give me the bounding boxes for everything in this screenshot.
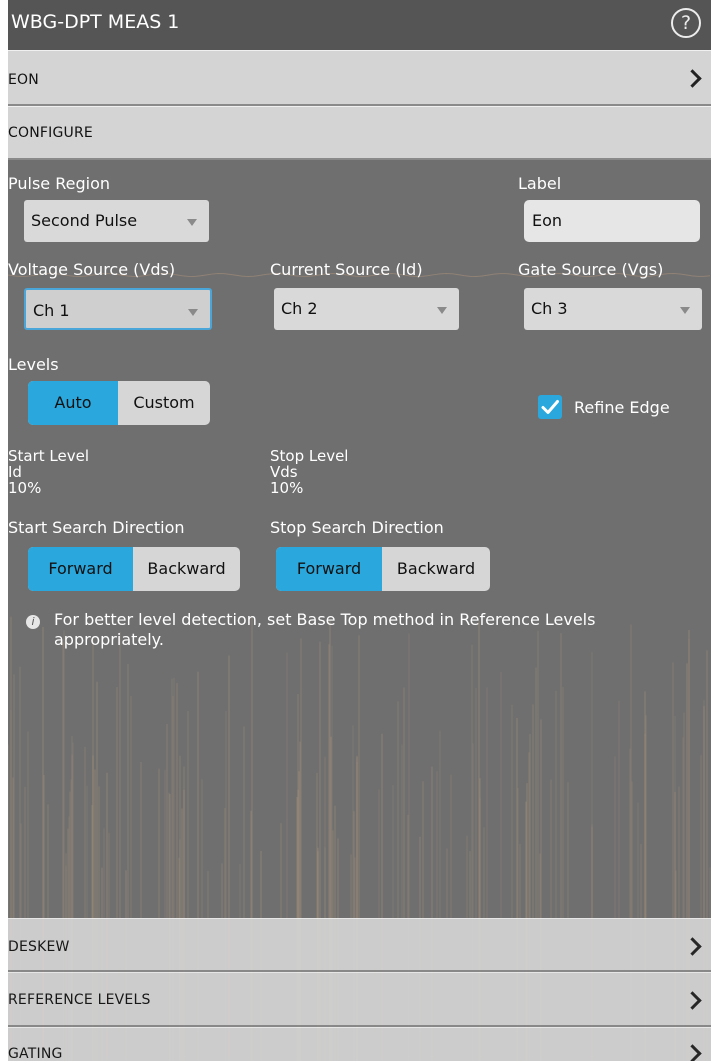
section-configure[interactable]: CONFIGURE bbox=[8, 106, 711, 160]
chevron-right-icon bbox=[683, 69, 702, 88]
start-search-forward-button[interactable]: Forward bbox=[28, 547, 133, 591]
start-level-value: 10% bbox=[8, 479, 42, 497]
stop-search-forward-button[interactable]: Forward bbox=[276, 547, 382, 591]
dropdown-arrow-icon bbox=[187, 219, 197, 226]
section-reference-levels[interactable]: REFERENCE LEVELS bbox=[8, 972, 711, 1027]
help-icon[interactable]: ? bbox=[671, 8, 701, 38]
voltage-source-select[interactable]: Ch 1 bbox=[24, 288, 212, 330]
stop-search-label: Stop Search Direction bbox=[270, 518, 444, 537]
info-text-line1: For better level detection, set Base Top… bbox=[54, 610, 596, 629]
levels-label: Levels bbox=[8, 355, 59, 374]
label-input-value: Eon bbox=[532, 211, 563, 230]
info-icon: i bbox=[26, 615, 40, 629]
stop-level-title: Stop Level bbox=[270, 447, 349, 465]
section-deskew-label: DESKEW bbox=[8, 939, 70, 955]
start-search-backward-button[interactable]: Backward bbox=[133, 547, 240, 591]
section-eon[interactable]: EON bbox=[8, 50, 711, 106]
label-input[interactable]: Eon bbox=[524, 200, 700, 242]
refine-edge-label: Refine Edge bbox=[574, 398, 670, 417]
dropdown-arrow-icon bbox=[188, 309, 198, 316]
dropdown-arrow-icon bbox=[680, 307, 690, 314]
stop-level-value: 10% bbox=[270, 479, 304, 497]
current-source-value: Ch 2 bbox=[281, 299, 318, 318]
levels-auto-button[interactable]: Auto bbox=[28, 381, 118, 425]
stop-search-backward-button[interactable]: Backward bbox=[382, 547, 490, 591]
start-level-title: Start Level bbox=[8, 447, 90, 465]
gate-source-select[interactable]: Ch 3 bbox=[524, 288, 702, 330]
section-reference-levels-label: REFERENCE LEVELS bbox=[8, 992, 151, 1008]
label-field-label: Label bbox=[518, 174, 562, 193]
window-title: WBG-DPT MEAS 1 bbox=[11, 11, 180, 33]
refine-edge-checkbox[interactable] bbox=[538, 395, 562, 419]
checkmark-icon bbox=[541, 400, 559, 414]
stop-level-source: Vds bbox=[270, 463, 298, 481]
start-level-source: Id bbox=[8, 463, 22, 481]
start-search-label: Start Search Direction bbox=[8, 518, 185, 537]
pulse-region-label: Pulse Region bbox=[8, 174, 110, 193]
info-text-line2: appropriately. bbox=[54, 630, 164, 649]
pulse-region-select[interactable]: Second Pulse bbox=[24, 200, 209, 242]
chevron-right-icon bbox=[683, 937, 702, 956]
current-source-select[interactable]: Ch 2 bbox=[274, 288, 459, 330]
gate-source-value: Ch 3 bbox=[531, 299, 568, 318]
title-bar: WBG-DPT MEAS 1 ? bbox=[8, 0, 711, 50]
dropdown-arrow-icon bbox=[437, 307, 447, 314]
chevron-right-icon bbox=[683, 991, 702, 1010]
voltage-source-value: Ch 1 bbox=[33, 301, 70, 320]
stop-search-toggle: Forward Backward bbox=[276, 547, 490, 591]
chevron-right-icon bbox=[683, 1044, 702, 1061]
section-gating-label: GATING bbox=[8, 1046, 63, 1061]
levels-toggle: Auto Custom bbox=[28, 381, 210, 425]
pulse-region-value: Second Pulse bbox=[31, 211, 138, 230]
levels-custom-button[interactable]: Custom bbox=[118, 381, 210, 425]
gate-source-label: Gate Source (Vgs) bbox=[518, 260, 664, 279]
current-source-label: Current Source (Id) bbox=[270, 260, 423, 279]
section-eon-label: EON bbox=[8, 72, 39, 88]
section-configure-label: CONFIGURE bbox=[8, 125, 93, 141]
voltage-source-label: Voltage Source (Vds) bbox=[8, 260, 176, 279]
section-gating[interactable]: GATING bbox=[8, 1027, 711, 1061]
section-deskew[interactable]: DESKEW bbox=[8, 918, 711, 972]
start-search-toggle: Forward Backward bbox=[28, 547, 240, 591]
measurement-panel: WBG-DPT MEAS 1 ? EON CONFIGURE Pulse Reg… bbox=[8, 0, 711, 1061]
